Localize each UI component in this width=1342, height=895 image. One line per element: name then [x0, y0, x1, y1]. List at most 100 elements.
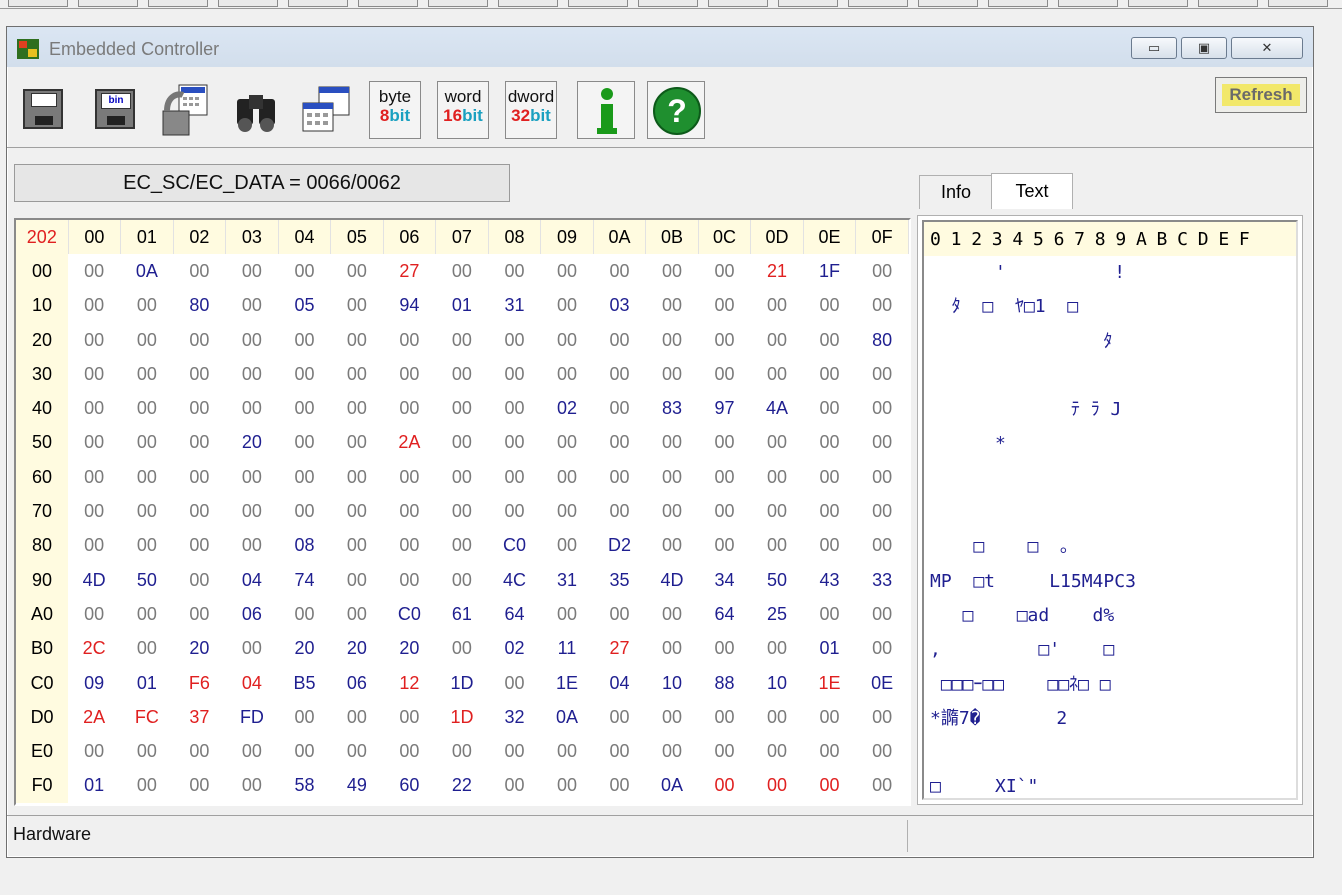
hex-cell[interactable]: 00	[120, 597, 174, 632]
hex-cell[interactable]: 00	[225, 631, 279, 666]
hex-cell[interactable]: 01	[120, 665, 174, 701]
hex-cell[interactable]: 0A	[120, 254, 174, 289]
hex-cell[interactable]: 00	[435, 357, 489, 392]
hex-cell[interactable]: 00	[698, 322, 752, 358]
hex-cell[interactable]: 06	[225, 597, 279, 632]
hex-cell[interactable]: 27	[593, 631, 647, 666]
hex-cell[interactable]: C0	[383, 597, 437, 632]
hex-cell[interactable]: 03	[593, 288, 647, 323]
hex-cell[interactable]: 21	[750, 254, 804, 289]
hex-cell[interactable]: 00	[698, 254, 752, 289]
hex-cell[interactable]: 00	[540, 288, 594, 323]
hex-cell[interactable]: 00	[383, 357, 437, 392]
hex-cell[interactable]: 00	[383, 322, 437, 358]
hex-cell[interactable]: 00	[855, 425, 909, 461]
hex-cell[interactable]: 4C	[488, 562, 542, 598]
hex-cell[interactable]: 00	[435, 528, 489, 563]
hex-cell[interactable]: 00	[68, 254, 122, 289]
hex-cell[interactable]: 00	[698, 288, 752, 323]
hex-cell[interactable]: 00	[540, 322, 594, 358]
hex-cell[interactable]: 00	[383, 460, 437, 495]
hex-cell[interactable]: 00	[488, 460, 542, 495]
hex-cell[interactable]: 00	[68, 734, 122, 769]
byte-view-button[interactable]: byte 8bit	[369, 81, 421, 139]
hex-cell[interactable]: 00	[278, 425, 332, 461]
hex-cell[interactable]: 12	[383, 665, 437, 701]
hex-cell[interactable]: 00	[645, 288, 699, 323]
hex-cell[interactable]: 00	[173, 562, 227, 598]
hex-cell[interactable]: 00	[593, 357, 647, 392]
hex-cell[interactable]: 00	[750, 631, 804, 666]
hex-cell[interactable]: 37	[173, 700, 227, 735]
hex-cell[interactable]: 00	[803, 597, 857, 632]
hex-cell[interactable]: 00	[330, 322, 384, 358]
hex-cell[interactable]: 00	[435, 391, 489, 426]
hex-cell[interactable]: 00	[68, 528, 122, 563]
hex-cell[interactable]: 22	[435, 768, 489, 804]
hex-cell[interactable]: 00	[330, 734, 384, 769]
hex-cell[interactable]: 88	[698, 665, 752, 701]
hex-cell[interactable]: 00	[803, 494, 857, 529]
hex-cell[interactable]: 00	[750, 460, 804, 495]
hex-cell[interactable]: 00	[120, 528, 174, 563]
hex-cell[interactable]: 20	[225, 425, 279, 461]
hex-cell[interactable]: 35	[593, 562, 647, 598]
hex-cell[interactable]: 00	[330, 425, 384, 461]
hex-cell[interactable]: 00	[593, 460, 647, 495]
hex-cell[interactable]: 00	[225, 254, 279, 289]
hex-cell[interactable]: 02	[540, 391, 594, 426]
hex-cell[interactable]: 00	[855, 631, 909, 666]
hex-cell[interactable]: 64	[488, 597, 542, 632]
hex-cell[interactable]: 20	[173, 631, 227, 666]
hex-cell[interactable]: 00	[698, 528, 752, 563]
hex-cell[interactable]: 04	[225, 562, 279, 598]
hex-cell[interactable]: 00	[173, 768, 227, 804]
hex-cell[interactable]: C0	[488, 528, 542, 563]
hex-cell[interactable]: 00	[488, 391, 542, 426]
hex-cell[interactable]: 00	[330, 494, 384, 529]
text-view[interactable]: 0123456789ABCDEF ' ! ﾀ □ ﾔ□1 □ ﾀ ﾃ ﾗ J *…	[922, 220, 1298, 800]
hex-cell[interactable]: 32	[488, 700, 542, 735]
hex-cell[interactable]: 49	[330, 768, 384, 804]
hex-cell[interactable]: 01	[435, 288, 489, 323]
hex-cell[interactable]: 00	[593, 700, 647, 735]
hex-cell[interactable]: 08	[278, 528, 332, 563]
hex-cell[interactable]: 00	[750, 700, 804, 735]
hex-cell[interactable]: 34	[698, 562, 752, 598]
hex-cell[interactable]: 00	[330, 391, 384, 426]
maximize-button[interactable]: ▣	[1181, 37, 1227, 59]
hex-cell[interactable]: 00	[698, 768, 752, 804]
hex-cell[interactable]: D2	[593, 528, 647, 563]
hex-cell[interactable]: 00	[803, 322, 857, 358]
hex-cell[interactable]: 00	[488, 494, 542, 529]
hex-cell[interactable]: 00	[803, 460, 857, 495]
hex-cell[interactable]: 00	[645, 631, 699, 666]
hex-cell[interactable]: 00	[855, 460, 909, 495]
hex-cell[interactable]: 00	[225, 528, 279, 563]
hex-cell[interactable]: 06	[330, 665, 384, 701]
hex-cell[interactable]: 00	[698, 460, 752, 495]
hex-cell[interactable]: 00	[488, 425, 542, 461]
hex-cell[interactable]: 00	[540, 734, 594, 769]
hex-cell[interactable]: 80	[855, 322, 909, 358]
hex-cell[interactable]: 00	[698, 425, 752, 461]
hex-cell[interactable]: 00	[488, 665, 542, 701]
hex-cell[interactable]: 00	[488, 768, 542, 804]
save-button[interactable]	[15, 81, 73, 139]
hex-cell[interactable]: 00	[803, 700, 857, 735]
hex-cell[interactable]: 1E	[803, 665, 857, 701]
hex-cell[interactable]: 00	[278, 254, 332, 289]
dword-view-button[interactable]: dword 32bit	[505, 81, 557, 139]
hex-cell[interactable]: 00	[173, 357, 227, 392]
hex-cell[interactable]: 00	[120, 494, 174, 529]
hex-cell[interactable]: 00	[330, 357, 384, 392]
hex-cell[interactable]: 04	[225, 665, 279, 701]
hex-cell[interactable]: 1D	[435, 665, 489, 701]
hex-cell[interactable]: 58	[278, 768, 332, 804]
hex-cell[interactable]: 00	[645, 734, 699, 769]
hex-cell[interactable]: 00	[173, 597, 227, 632]
hex-cell[interactable]: 00	[750, 528, 804, 563]
hex-cell[interactable]: 00	[435, 562, 489, 598]
hex-cell[interactable]: 00	[173, 254, 227, 289]
hex-cell[interactable]: 00	[593, 494, 647, 529]
